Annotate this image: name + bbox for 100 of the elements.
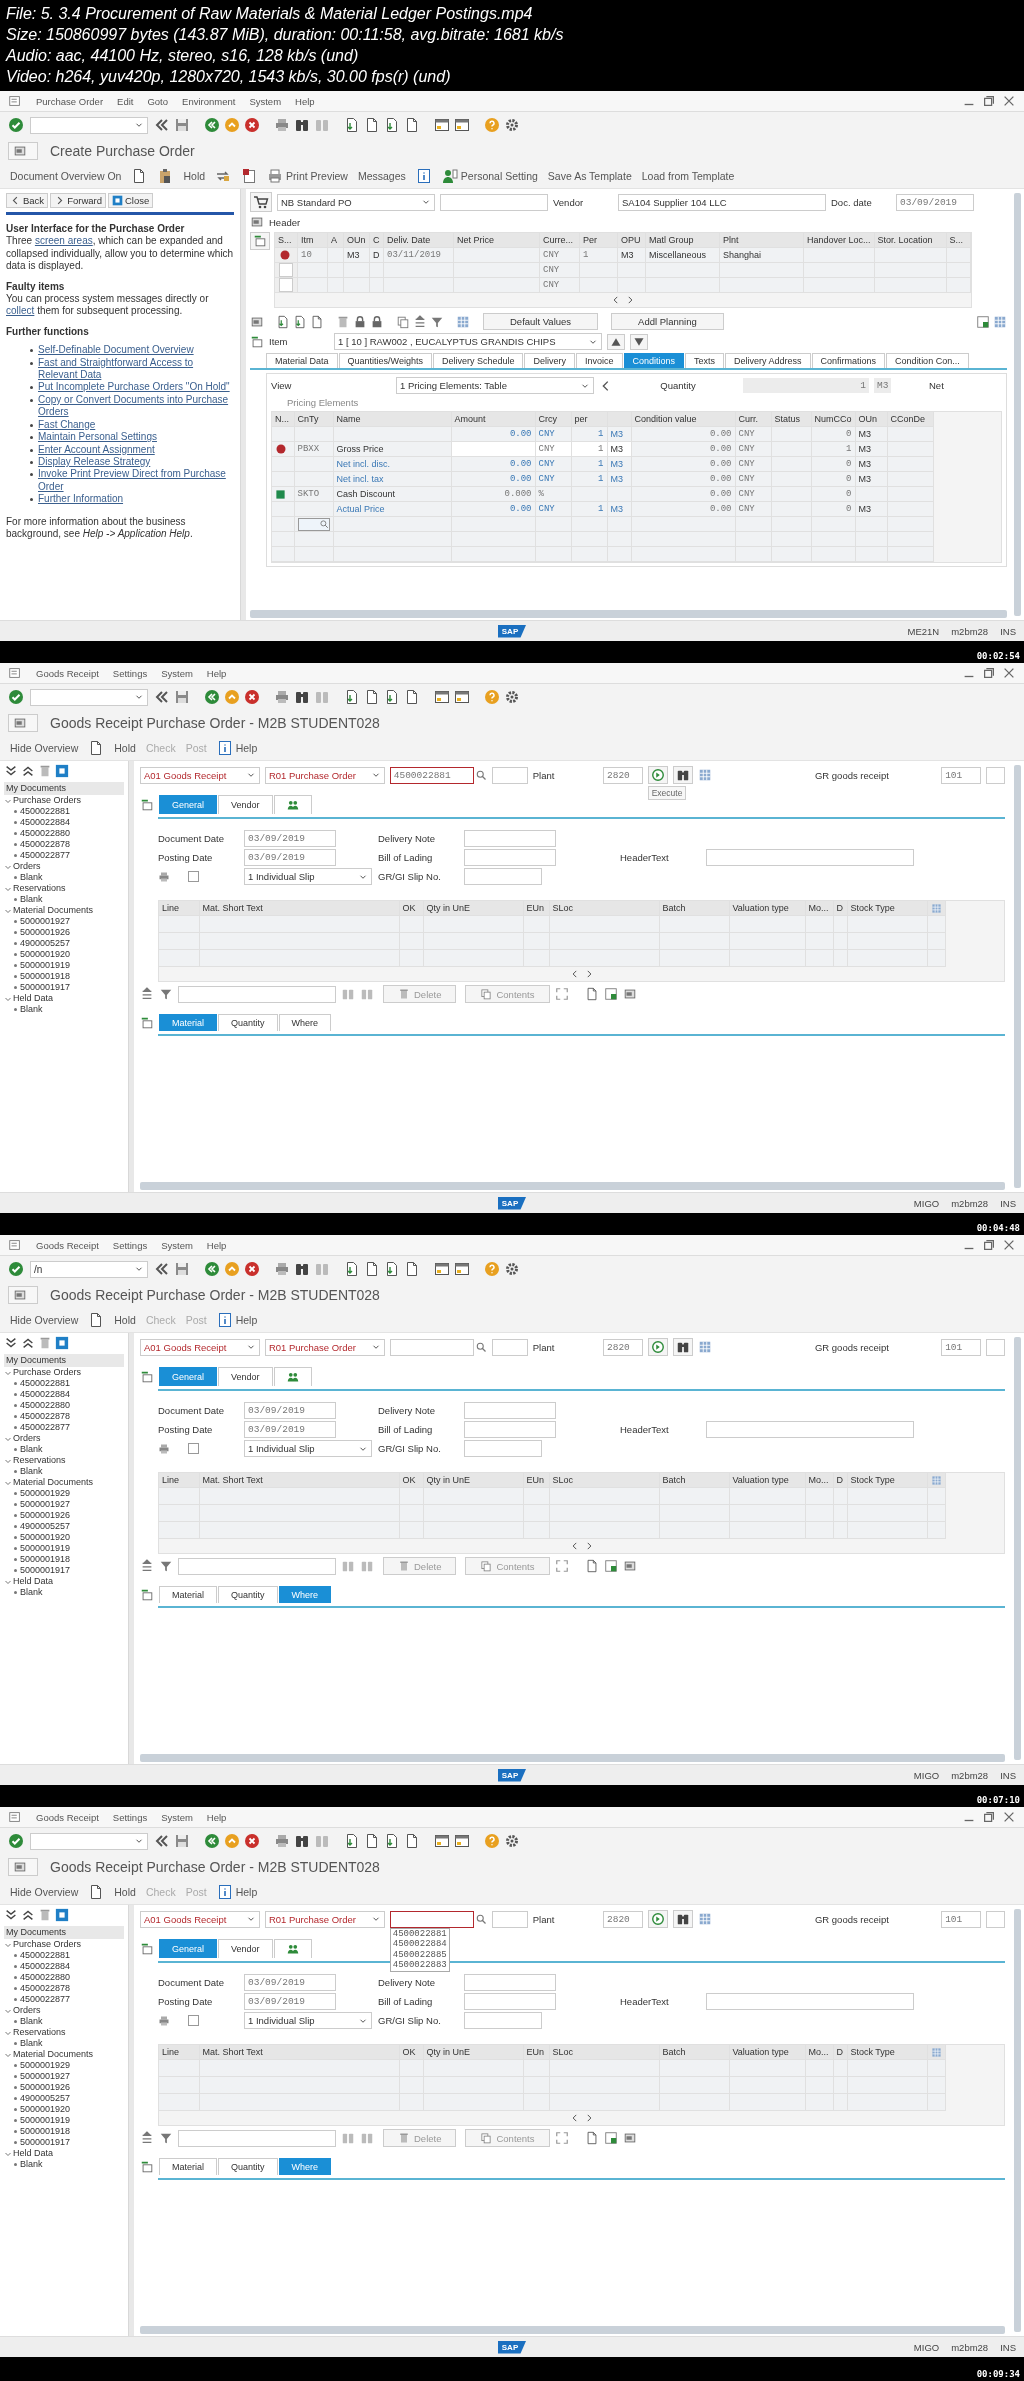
menu-item[interactable]: Goto xyxy=(147,95,169,107)
tab[interactable]: General xyxy=(159,795,218,814)
item-select[interactable]: 1 [ 10 ] RAW002 , EUCALYPTUS GRANDIS CHIPS xyxy=(334,333,602,350)
tree-item[interactable]: 4500022877 xyxy=(20,1422,71,1433)
restore-icon[interactable] xyxy=(982,1810,996,1824)
column-header[interactable]: Matl Group xyxy=(645,233,720,248)
help-link[interactable]: collect xyxy=(6,305,35,317)
tab[interactable]: Material xyxy=(159,1014,217,1031)
close-icon[interactable] xyxy=(1002,1810,1016,1824)
screen-icon[interactable] xyxy=(622,987,637,1001)
tree-item[interactable]: 5000001917 xyxy=(20,1565,71,1576)
grid-icon[interactable] xyxy=(697,768,712,782)
reference-select[interactable]: R01 Purchase Order xyxy=(264,766,385,784)
scrollbar[interactable] xyxy=(1014,1337,1021,1760)
toggle-icon[interactable] xyxy=(140,2159,154,2174)
view-select[interactable]: 1 Pricing Elements: Table xyxy=(396,377,594,394)
movement-type-field[interactable]: 101 xyxy=(941,766,981,784)
help-link[interactable]: Further Information xyxy=(38,493,124,506)
fullscreen-icon[interactable] xyxy=(554,1559,569,1573)
tab[interactable]: Texts xyxy=(685,353,725,368)
tab[interactable]: General xyxy=(159,1939,218,1958)
input-field[interactable] xyxy=(706,1993,914,2010)
column-header[interactable]: Line xyxy=(159,2045,199,2060)
search-icon[interactable] xyxy=(474,1913,487,1925)
column-header[interactable]: Mo... xyxy=(805,901,833,916)
column-header[interactable]: Status xyxy=(771,412,811,427)
grid-icon[interactable] xyxy=(697,1912,712,1926)
page-icon[interactable] xyxy=(364,1261,380,1277)
toolbar-button[interactable]: Print Preview xyxy=(267,168,348,184)
sort-icon[interactable] xyxy=(413,314,427,329)
input-field[interactable] xyxy=(491,1910,528,1928)
screen-menu-button[interactable] xyxy=(8,142,38,160)
scrollbar[interactable] xyxy=(1014,765,1021,1188)
toggle-icon[interactable] xyxy=(140,1015,154,1030)
help-nav-button[interactable]: Forward xyxy=(50,193,106,208)
tree-item[interactable]: 5000001919 xyxy=(20,2115,71,2126)
search-icon[interactable] xyxy=(474,769,487,781)
column-header[interactable]: Curre... xyxy=(539,233,580,248)
input-field[interactable] xyxy=(706,1421,914,1438)
export-icon[interactable] xyxy=(603,1559,618,1573)
tree-node[interactable]: Reservations xyxy=(13,2027,66,2038)
tab[interactable]: Quantity xyxy=(218,1014,278,1031)
copy-icon[interactable] xyxy=(396,314,410,329)
double-chevron-icon[interactable] xyxy=(154,1261,170,1277)
window-icon[interactable] xyxy=(434,1833,450,1849)
tab[interactable]: Conditions xyxy=(623,353,685,368)
tree-node[interactable]: Held Data xyxy=(13,993,54,1004)
back-icon[interactable] xyxy=(204,1833,220,1849)
tree-item[interactable]: 5000001927 xyxy=(20,2071,71,2082)
execute-button[interactable] xyxy=(647,766,668,784)
tree-item[interactable]: 4500022881 xyxy=(20,806,71,817)
tab[interactable]: Delivery xyxy=(524,353,575,368)
column-header[interactable]: S... xyxy=(275,233,298,248)
plant-field[interactable]: 2820 xyxy=(603,1910,643,1928)
date-field[interactable]: 03/09/2019 xyxy=(244,1421,336,1438)
toolbar-button[interactable]: Hold xyxy=(114,742,136,754)
column-header[interactable]: EUn xyxy=(523,901,549,916)
window-icon[interactable] xyxy=(454,117,470,133)
column-header[interactable]: Valuation type xyxy=(729,1473,805,1488)
tree-item[interactable]: Blank xyxy=(20,1004,43,1015)
grid-icon[interactable] xyxy=(456,314,470,329)
page-icon[interactable] xyxy=(364,689,380,705)
toolbar-button[interactable]: Hold xyxy=(114,1314,136,1326)
page-icon[interactable] xyxy=(310,314,324,329)
toolbar-button[interactable]: Hold xyxy=(183,170,206,182)
column-header[interactable]: EUn xyxy=(523,2045,549,2060)
toolbar-button[interactable]: Help xyxy=(216,1312,258,1328)
help-link[interactable]: Fast Change xyxy=(38,418,96,432)
tab[interactable]: Material xyxy=(159,2158,217,2175)
toolbar-button[interactable]: Help xyxy=(216,1884,258,1900)
grid-icon[interactable] xyxy=(993,314,1007,329)
previous-item-button[interactable] xyxy=(607,333,625,350)
tab[interactable]: Vendor xyxy=(218,795,273,814)
help-link[interactable]: Fast and Straightforward Access to Relevant Data xyxy=(38,356,234,382)
tree-item[interactable]: Blank xyxy=(20,1444,43,1455)
toolbar-button[interactable]: Save As Template xyxy=(547,170,632,182)
column-header[interactable]: N... xyxy=(272,412,294,427)
column-header[interactable]: Stor. Location xyxy=(874,233,947,248)
action-select[interactable]: A01 Goods Receipt xyxy=(140,1910,260,1928)
lock-icon[interactable] xyxy=(370,314,384,329)
tree-item[interactable]: 5000001926 xyxy=(20,1510,71,1521)
collapse-all-icon[interactable] xyxy=(21,764,35,778)
tab[interactable]: General xyxy=(159,1367,218,1386)
window-icon[interactable] xyxy=(434,117,450,133)
column-header[interactable]: Itm xyxy=(297,233,328,248)
column-header[interactable]: OK xyxy=(399,2045,423,2060)
dropdown-item[interactable]: 4500022884 xyxy=(392,1939,447,1950)
document-number-field[interactable]: 4500022881 xyxy=(389,766,474,784)
toolbar-button[interactable]: Hide Overview xyxy=(10,1886,79,1898)
tab[interactable] xyxy=(273,795,312,814)
scrollbar[interactable] xyxy=(1014,193,1021,616)
date-field[interactable]: 03/09/2019 xyxy=(244,830,336,847)
tree-node[interactable]: Orders xyxy=(13,1433,41,1444)
screen-menu-button[interactable] xyxy=(8,1858,38,1876)
window-icon[interactable] xyxy=(434,1261,450,1277)
find-button[interactable] xyxy=(672,1338,693,1356)
help-link[interactable]: screen areas xyxy=(34,235,93,247)
check-icon[interactable] xyxy=(8,117,24,133)
menu-icon[interactable] xyxy=(8,1238,22,1252)
page-icon[interactable] xyxy=(584,2131,599,2145)
